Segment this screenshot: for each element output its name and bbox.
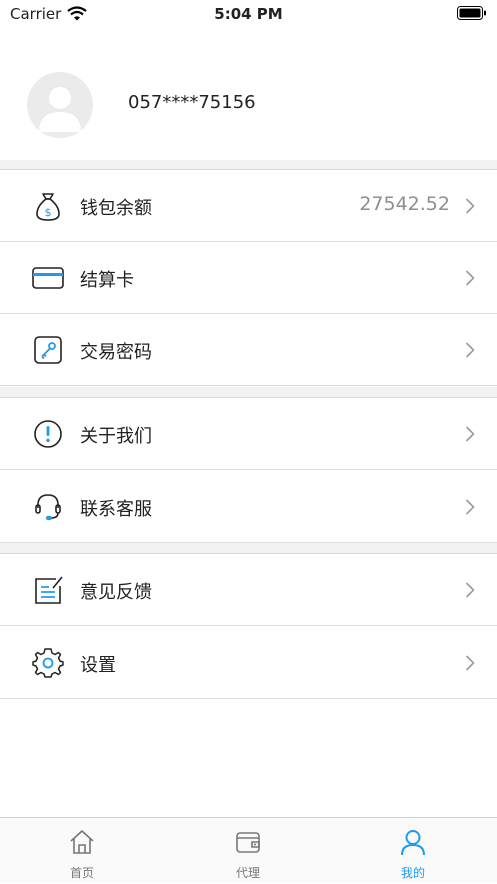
tab-mine-label: 我的: [400, 866, 425, 880]
settlement-card-row[interactable]: 结算卡: [0, 242, 497, 314]
wallet-balance-row[interactable]: $ 钱包余额 27542.52: [0, 170, 497, 242]
info-exclamation-icon: [31, 418, 65, 450]
about-us-label: 关于我们: [80, 426, 152, 447]
feedback-label: 意见反馈: [80, 582, 152, 603]
chevron-right-icon: [465, 654, 475, 672]
tab-agent-label: 代理: [235, 866, 260, 880]
chevron-right-icon: [465, 269, 475, 287]
tab-home[interactable]: 首页: [22, 818, 142, 884]
settlement-card-label: 结算卡: [80, 270, 134, 291]
chevron-right-icon: [465, 425, 475, 443]
tab-agent[interactable]: 代理: [188, 818, 308, 884]
tab-bar: 首页 代理 我的: [0, 817, 497, 883]
settings-row[interactable]: 设置: [0, 627, 497, 699]
battery-icon: [457, 6, 487, 25]
tab-mine[interactable]: 我的: [353, 818, 473, 884]
wallet-icon: [234, 828, 262, 856]
profile-header: 057****75156: [0, 30, 497, 160]
customer-service-label: 联系客服: [80, 499, 152, 520]
tab-home-label: 首页: [69, 866, 94, 880]
clock: 5:04 PM: [214, 5, 283, 23]
edit-note-icon: [31, 574, 65, 606]
chevron-right-icon: [465, 197, 475, 215]
wallet-balance-label: 钱包余额: [80, 198, 152, 219]
trade-password-row[interactable]: 交易密码: [0, 314, 497, 386]
home-icon: [68, 828, 96, 856]
svg-text:$: $: [45, 206, 52, 219]
headset-icon: [31, 491, 65, 523]
chevron-right-icon: [465, 581, 475, 599]
money-bag-icon: $: [31, 190, 65, 222]
status-bar: Carrier 5:04 PM: [0, 0, 497, 30]
phone-number: 057****75156: [128, 92, 256, 113]
about-us-row[interactable]: 关于我们: [0, 398, 497, 470]
chevron-right-icon: [465, 498, 475, 516]
gear-icon: [31, 647, 65, 679]
trade-password-label: 交易密码: [80, 342, 152, 363]
customer-service-row[interactable]: 联系客服: [0, 471, 497, 543]
bank-card-icon: [31, 262, 65, 294]
avatar[interactable]: [27, 72, 93, 138]
feedback-row[interactable]: 意见反馈: [0, 554, 497, 626]
chevron-right-icon: [465, 341, 475, 359]
key-icon: [31, 334, 65, 366]
user-avatar-icon: [39, 87, 81, 132]
wallet-balance-value: 27542.52: [359, 193, 450, 215]
settings-label: 设置: [80, 655, 116, 676]
user-icon: [399, 828, 427, 856]
